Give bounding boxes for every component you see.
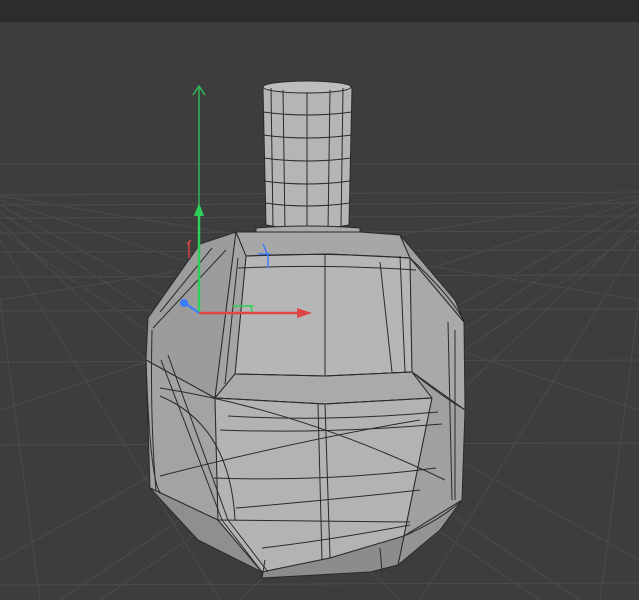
bottle-mesh[interactable] bbox=[145, 80, 466, 579]
axis-z-knob[interactable] bbox=[180, 299, 188, 307]
axis-y-arrowhead[interactable] bbox=[194, 203, 204, 216]
bottle-body[interactable] bbox=[145, 231, 466, 579]
bottle-neck[interactable] bbox=[262, 80, 353, 232]
viewport-header-bar bbox=[0, 0, 639, 23]
3d-viewport[interactable] bbox=[0, 22, 639, 600]
